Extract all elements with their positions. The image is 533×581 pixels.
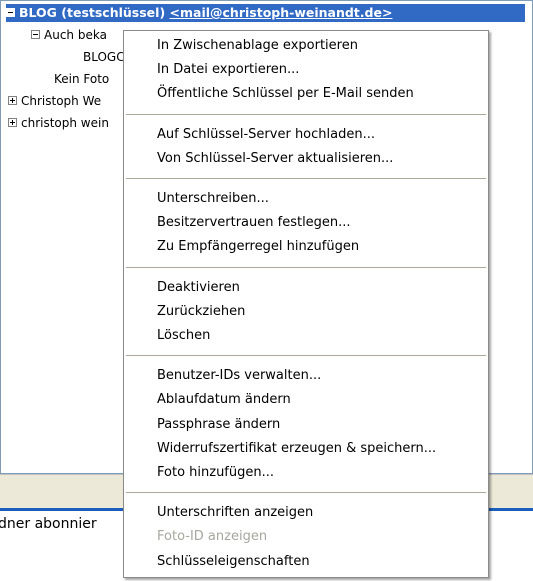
menu-item-auf-schlüssel-server-hochladen[interactable]: Auf Schlüssel-Server hochladen... — [125, 123, 487, 147]
tree-row-blogc[interactable]: BLOGC — [83, 48, 125, 66]
tree-row-christoph-1[interactable]: Christoph We — [8, 92, 101, 110]
menu-item-besitzervertrauen-festlegen[interactable]: Besitzervertrauen festlegen... — [125, 211, 487, 235]
tree-row-blog-key[interactable]: BLOG (testschlüssel) <mail@christoph-wei… — [6, 4, 525, 22]
menu-separator — [126, 113, 486, 115]
menu-item-benutzer-ids-verwalten[interactable]: Benutzer-IDs verwalten... — [125, 364, 487, 388]
tree-row-kein-foto[interactable]: Kein Foto — [54, 70, 109, 88]
key-email-label: <mail@christoph-weinandt.de> — [169, 5, 393, 20]
menu-item-foto-hinzufügen[interactable]: Foto hinzufügen... — [125, 461, 487, 485]
context-menu: In Zwischenablage exportieren In Datei ex… — [123, 30, 489, 578]
menu-item-öffentliche-schlüssel-per-e-mail-senden[interactable]: Öffentliche Schlüssel per E-Mail senden — [125, 82, 487, 106]
tree-row-label: Auch beka — [44, 28, 107, 42]
collapse-icon[interactable] — [31, 30, 40, 39]
menu-item-deaktivieren[interactable]: Deaktivieren — [125, 276, 487, 300]
menu-item-schlüsseleigenschaften[interactable]: Schlüsseleigenschaften — [125, 550, 487, 574]
menu-item-in-datei-exportieren[interactable]: In Datei exportieren... — [125, 58, 487, 82]
menu-item-foto-id-anzeigen: Foto-ID anzeigen — [157, 529, 268, 545]
background-text: dner abonnier — [0, 516, 97, 532]
menu-separator — [126, 266, 486, 268]
menu-item-unterschriften-anzeigen[interactable]: Unterschriften anzeigen — [125, 501, 487, 525]
key-name-label: BLOG (testschlüssel) — [19, 5, 166, 20]
tree-row-christoph-2[interactable]: christoph wein — [8, 114, 109, 132]
tree-row-auch-bekannt[interactable]: Auch beka — [31, 26, 107, 44]
tree-row-label: BLOGC — [83, 50, 125, 64]
collapse-icon[interactable] — [6, 8, 15, 17]
tree-row-label: christoph wein — [21, 116, 109, 130]
tree-row-label: Kein Foto — [54, 72, 110, 86]
menu-item-von-schlüssel-server-aktualisieren[interactable]: Von Schlüssel-Server aktualisieren... — [125, 147, 487, 171]
menu-item-in-zwischenablage-exportieren[interactable]: In Zwischenablage exportieren — [125, 34, 487, 58]
menu-item-ablaufdatum-ändern[interactable]: Ablaufdatum ändern — [125, 388, 487, 412]
menu-item-zu-empfängerregel-hinzufügen[interactable]: Zu Empfängerregel hinzufügen — [125, 235, 487, 259]
menu-item-zurückziehen[interactable]: Zurückziehen — [125, 300, 487, 324]
expand-icon[interactable] — [8, 118, 17, 127]
menu-item-unterschreiben[interactable]: Unterschreiben... — [125, 187, 487, 211]
menu-item-passphrase-ändern[interactable]: Passphrase ändern — [125, 413, 487, 437]
expand-icon[interactable] — [8, 96, 17, 105]
menu-item-löschen[interactable]: Löschen — [125, 324, 487, 348]
menu-separator — [126, 355, 486, 357]
menu-item-widerrufszertifikat-erzeugen-speichern[interactable]: Widerrufszertifikat erzeugen & speichern… — [125, 437, 487, 461]
menu-separator — [126, 178, 486, 179]
tree-row-label: Christoph We — [21, 94, 102, 108]
menu-separator — [126, 492, 486, 494]
